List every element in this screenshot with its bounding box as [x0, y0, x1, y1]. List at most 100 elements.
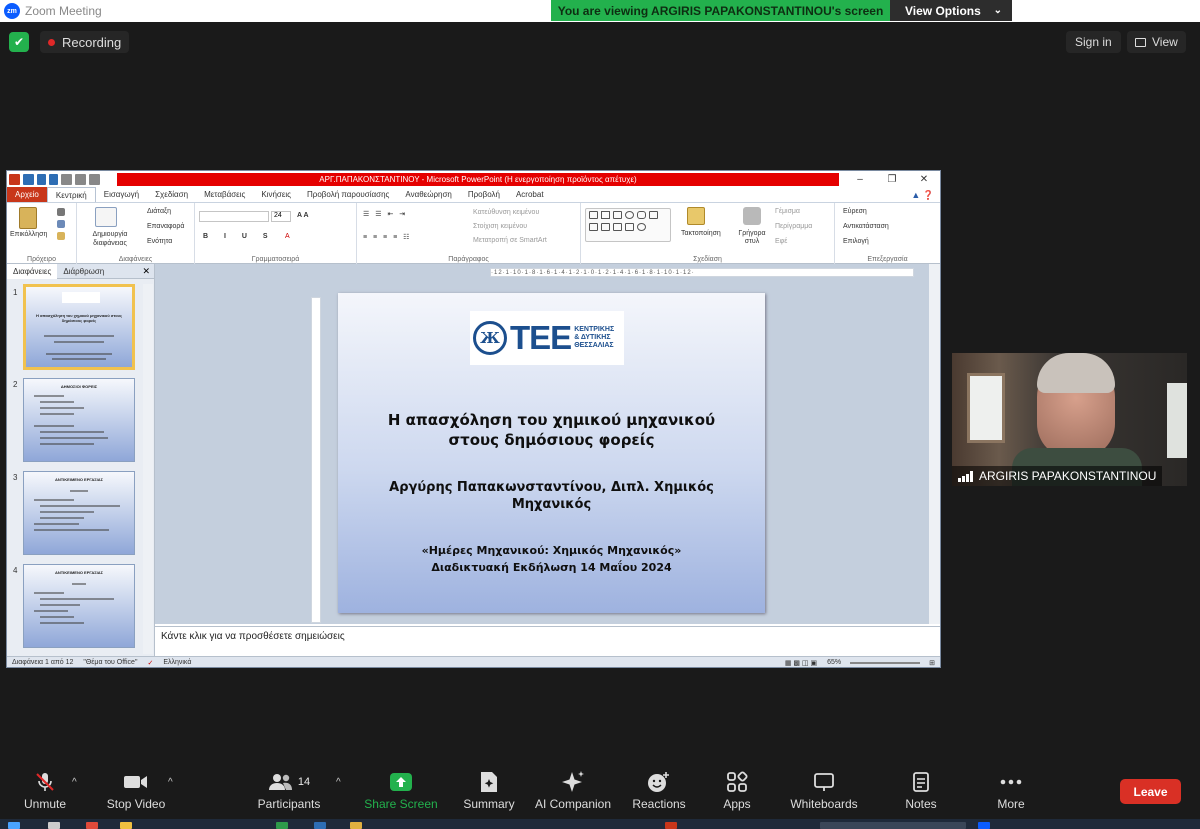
tab-review[interactable]: Αναθεώρηση — [397, 187, 459, 202]
tab-file[interactable]: Αρχείο — [7, 187, 47, 202]
save-icon[interactable] — [23, 174, 34, 185]
quick-styles-button[interactable]: Γρήγορα στυλ — [735, 230, 769, 246]
language-indicator[interactable]: Ελληνικά — [158, 659, 196, 666]
reactions-button[interactable]: Reactions — [628, 767, 690, 819]
paste-label[interactable]: Επικόλληση — [10, 231, 47, 238]
spelling-icon[interactable] — [89, 174, 100, 185]
more-button[interactable]: More — [986, 767, 1036, 819]
whiteboards-button[interactable]: Whiteboards — [786, 767, 862, 819]
tab-view[interactable]: Προβολή — [460, 187, 508, 202]
sign-in-button[interactable]: Sign in — [1066, 31, 1121, 53]
leave-button[interactable]: Leave — [1120, 779, 1181, 804]
find-button[interactable]: Εύρεση — [843, 208, 867, 215]
text-direction-button[interactable]: Κατεύθυνση κειμένου — [473, 209, 539, 216]
security-shield-icon[interactable]: ✔ — [9, 32, 29, 52]
unmute-button[interactable]: Unmute — [15, 767, 75, 819]
stop-video-button[interactable]: Stop Video — [100, 767, 172, 819]
tab-design[interactable]: Σχεδίαση — [147, 187, 196, 202]
slide-thumbnail-3[interactable]: ΑΝΤΙΚΕΙΜΕΝΟ ΕΡΓΑΣΙΑΣ — [23, 471, 135, 555]
notes-button[interactable]: Notes — [896, 767, 946, 819]
arrange-icon[interactable] — [687, 207, 705, 225]
tab-animations[interactable]: Κινήσεις — [253, 187, 299, 202]
slide-thumbnail-4[interactable]: ΑΝΤΙΚΕΙΜΕΝΟ ΕΡΓΑΣΙΑΣ — [23, 564, 135, 648]
triangle-shape-icon[interactable] — [589, 223, 598, 231]
help-icon[interactable]: ▲ ❓ — [911, 190, 934, 201]
search-icon[interactable] — [48, 822, 60, 829]
oval-shape-icon[interactable] — [625, 211, 634, 219]
fit-slide-icon[interactable]: ⊞ — [924, 659, 940, 667]
replace-button[interactable]: Αντικατάσταση — [843, 223, 889, 230]
taskbar-app-icon[interactable] — [350, 822, 362, 829]
slide-thumbnail-1[interactable]: Η απασχόληση του χημικού μηχανικού στους… — [23, 284, 135, 370]
redo-icon[interactable] — [49, 174, 58, 185]
format-painter-icon[interactable] — [57, 232, 65, 240]
audio-options-caret-icon[interactable]: ^ — [72, 777, 77, 788]
ai-companion-button[interactable]: AI Companion — [532, 767, 614, 819]
taskbar-app-icon[interactable] — [120, 822, 132, 829]
layout-button[interactable]: Διάταξη — [147, 208, 171, 215]
view-options-button[interactable]: View Options ⌄ — [890, 0, 1012, 21]
tab-transitions[interactable]: Μεταβάσεις — [196, 187, 253, 202]
spellcheck-icon[interactable]: ✓ — [142, 659, 158, 667]
notes-pane[interactable]: Κάντε κλικ για να προσθέσετε σημειώσεις — [155, 626, 940, 649]
star-shape-icon[interactable] — [625, 223, 634, 231]
tab-outline[interactable]: Διάρθρωση — [57, 264, 110, 279]
tab-insert[interactable]: Εισαγωγή — [96, 187, 147, 202]
align-icons[interactable]: ≡ ≡ ≡ ≡ ☷ — [363, 233, 411, 241]
participant-video-tile[interactable]: ARGIRIS PAPAKONSTANTINOU — [952, 353, 1187, 486]
font-color-icon[interactable]: A — [285, 233, 290, 240]
apps-button[interactable]: Apps — [712, 767, 762, 819]
participants-button[interactable]: 14 Participants — [252, 767, 326, 819]
align-text-button[interactable]: Στοίχιση κειμένου — [473, 223, 527, 230]
font-name-field[interactable] — [199, 211, 269, 222]
taskbar-app-icon[interactable] — [276, 822, 288, 829]
tab-slideshow[interactable]: Προβολή παρουσίασης — [299, 187, 397, 202]
view-buttons-icon[interactable]: ▦ ▩ ◫ ▣ — [780, 659, 822, 667]
taskbar-app-icon[interactable] — [978, 822, 990, 829]
new-slide-icon[interactable] — [95, 207, 117, 227]
taskbar-app-icon[interactable] — [314, 822, 326, 829]
zoom-slider[interactable] — [850, 661, 921, 664]
slide-thumbnail-2[interactable]: ΔΗΜΟΣΙΟΙ ΦΟΡΕΙΣ — [23, 378, 135, 462]
print-icon[interactable] — [75, 174, 86, 185]
shape-effects-button[interactable]: Εφέ — [775, 238, 787, 245]
share-screen-button[interactable]: Share Screen — [362, 767, 440, 819]
taskbar-active-window[interactable] — [820, 822, 966, 829]
cut-icon[interactable] — [57, 208, 65, 216]
font-size-field[interactable]: 24 — [271, 211, 291, 222]
arrange-button[interactable]: Τακτοποίηση — [681, 230, 721, 237]
participants-caret-icon[interactable]: ^ — [336, 777, 341, 788]
minimize-icon[interactable]: – — [844, 171, 876, 188]
copy-icon[interactable] — [57, 220, 65, 228]
close-pane-icon[interactable]: ✕ — [142, 266, 150, 277]
current-slide[interactable]: Ж ΤΕΕ ΚΕΝΤΡΙΚΗΣ & ΔΥΤΙΚΗΣ ΘΕΣΣΑΛΙΑΣ Η απ… — [338, 293, 765, 613]
select-button[interactable]: Επιλογή — [843, 238, 869, 245]
recording-indicator[interactable]: Recording — [40, 31, 130, 53]
restore-icon[interactable]: ❐ — [876, 171, 908, 188]
shape-fill-button[interactable]: Γέμισμα — [775, 208, 800, 215]
section-button[interactable]: Ενότητα — [147, 238, 172, 245]
arrow-shape-icon[interactable] — [649, 211, 658, 219]
tab-acrobat[interactable]: Acrobat — [508, 187, 552, 202]
quick-styles-icon[interactable] — [743, 207, 761, 225]
font-style-buttons[interactable]: B I U S — [203, 233, 275, 240]
reset-button[interactable]: Επαναφορά — [147, 223, 184, 230]
taskbar-app-icon[interactable] — [665, 822, 677, 829]
shape-outline-button[interactable]: Περίγραμμα — [775, 223, 812, 230]
thumbs-scrollbar[interactable] — [143, 284, 153, 654]
close-icon[interactable]: ✕ — [908, 171, 940, 188]
rect-shape-icon[interactable] — [613, 211, 622, 219]
rounded-rect-shape-icon[interactable] — [637, 211, 646, 219]
slideshow-icon[interactable] — [61, 174, 72, 185]
smartart-button[interactable]: Μετατροπή σε SmartArt — [473, 237, 547, 244]
tab-home[interactable]: Κεντρική — [46, 187, 96, 202]
line-shape-icon[interactable] — [601, 211, 610, 219]
undo-icon[interactable] — [37, 174, 46, 185]
windows-start-icon[interactable] — [8, 822, 20, 829]
tab-slides[interactable]: Διαφάνειες — [7, 263, 58, 279]
zoom-level[interactable]: 65% — [822, 659, 846, 666]
paste-icon[interactable] — [19, 207, 37, 229]
new-slide-label[interactable]: Δημιουργία διαφάνειας — [83, 230, 137, 248]
bullets-icon[interactable]: ☰ ☰ ⇤ ⇥ — [363, 210, 407, 218]
view-button[interactable]: View — [1127, 31, 1186, 53]
